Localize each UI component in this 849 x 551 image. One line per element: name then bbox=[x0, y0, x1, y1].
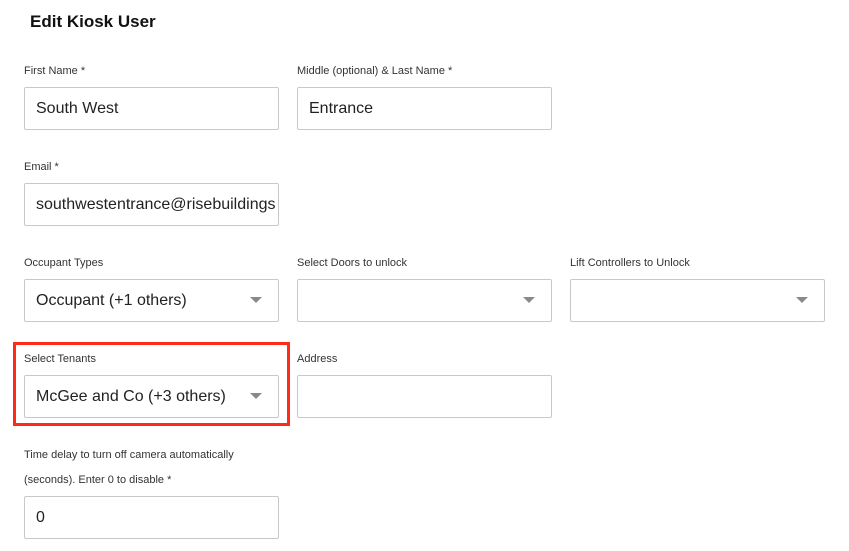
first-name-field: First Name * bbox=[24, 64, 85, 78]
doors-label: Select Doors to unlock bbox=[297, 257, 408, 269]
last-name-input[interactable]: Entrance bbox=[297, 87, 552, 130]
occupant-types-label: Occupant Types bbox=[24, 257, 104, 269]
last-name-field: Middle (optional) & Last Name * bbox=[297, 64, 452, 78]
lift-controllers-label: Lift Controllers to Unlock bbox=[570, 257, 690, 269]
email-label: Email * bbox=[24, 161, 59, 173]
email-input[interactable]: southwestentrance@risebuildings bbox=[24, 183, 279, 226]
last-name-label: Middle (optional) & Last Name * bbox=[297, 65, 453, 77]
email-field: Email * bbox=[24, 160, 59, 174]
chevron-down-icon bbox=[796, 297, 808, 303]
tenants-label: Select Tenants bbox=[24, 353, 96, 365]
first-name-input[interactable]: South West bbox=[24, 87, 279, 130]
occupant-types-field: Occupant Types bbox=[24, 256, 103, 270]
address-field: Address bbox=[297, 352, 337, 366]
camera-delay-input[interactable]: 0 bbox=[24, 496, 279, 539]
doors-select[interactable] bbox=[297, 279, 552, 322]
chevron-down-icon bbox=[523, 297, 535, 303]
first-name-label: First Name * bbox=[24, 65, 86, 77]
tenants-value: McGee and Co (+3 others) bbox=[36, 388, 226, 405]
tenants-select[interactable]: McGee and Co (+3 others) bbox=[24, 375, 279, 418]
camera-delay-field-line2: (seconds). Enter 0 to disable * bbox=[24, 473, 171, 487]
edit-kiosk-user-page: Edit Kiosk User First Name * South West … bbox=[0, 0, 849, 551]
address-input[interactable] bbox=[297, 375, 552, 418]
camera-delay-field: Time delay to turn off camera automatica… bbox=[24, 448, 234, 462]
doors-field: Select Doors to unlock bbox=[297, 256, 407, 270]
camera-delay-label-line1: Time delay to turn off camera automatica… bbox=[24, 449, 234, 461]
address-label: Address bbox=[297, 353, 338, 365]
lift-controllers-field: Lift Controllers to Unlock bbox=[570, 256, 690, 270]
tenants-field: Select Tenants bbox=[24, 352, 96, 366]
chevron-down-icon bbox=[250, 297, 262, 303]
lift-controllers-select[interactable] bbox=[570, 279, 825, 322]
chevron-down-icon bbox=[250, 393, 262, 399]
occupant-types-select[interactable]: Occupant (+1 others) bbox=[24, 279, 279, 322]
page-title: Edit Kiosk User bbox=[30, 12, 156, 31]
camera-delay-label-line2: (seconds). Enter 0 to disable * bbox=[24, 474, 172, 486]
occupant-types-value: Occupant (+1 others) bbox=[36, 292, 187, 309]
